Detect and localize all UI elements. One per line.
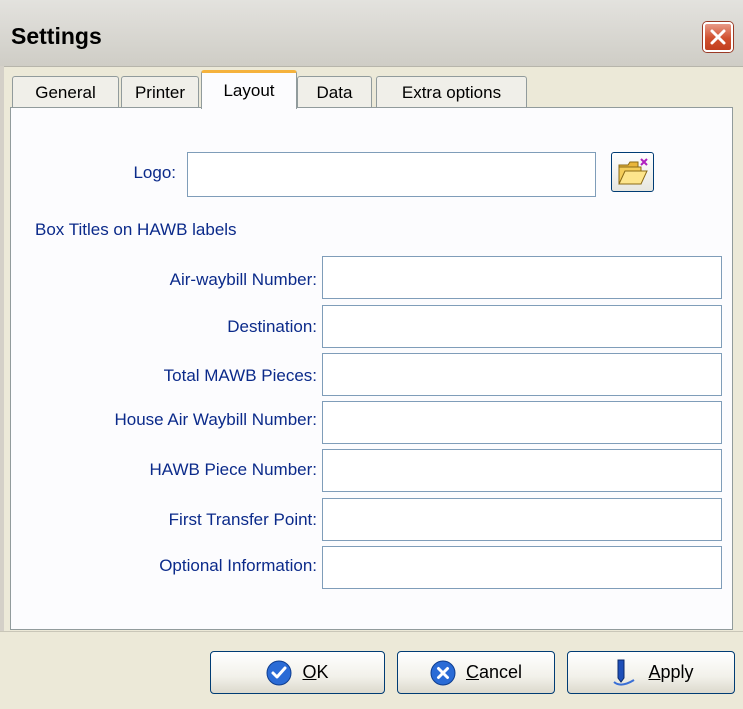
first-transfer-point-field[interactable] (322, 498, 722, 541)
checkmark-icon (266, 660, 292, 686)
close-button[interactable] (703, 22, 733, 52)
field-label: House Air Waybill Number: (114, 410, 318, 429)
air-waybill-number-field[interactable] (322, 256, 722, 299)
optional-information-field[interactable] (322, 546, 722, 589)
tab-printer[interactable]: Printer (121, 76, 199, 108)
apply-label: pply (660, 662, 694, 682)
browse-logo-button[interactable] (611, 152, 654, 192)
tab-extra-options[interactable]: Extra options (376, 76, 527, 108)
settings-dialog: Settings General Printer Layout Data Ext… (0, 0, 743, 709)
field-label: HAWB Piece Number: (149, 460, 317, 479)
apply-button[interactable]: Apply (567, 651, 735, 694)
window-border (0, 66, 4, 708)
field-label: Total MAWB Pieces: (163, 366, 317, 385)
close-icon (710, 29, 726, 45)
cancel-label: ancel (478, 662, 523, 682)
house-air-waybill-number-field[interactable] (322, 401, 722, 444)
field-label: Destination: (227, 317, 317, 336)
field-label: Optional Information: (159, 556, 317, 575)
field-label: Air-waybill Number: (169, 270, 317, 289)
ok-label: K (316, 662, 329, 682)
title-bar: Settings (0, 0, 743, 67)
hawb-piece-number-field[interactable] (322, 449, 722, 492)
x-icon (430, 660, 456, 686)
destination-field[interactable] (322, 305, 722, 348)
section-heading: Box Titles on HAWB labels (35, 220, 237, 239)
ok-mnemonic: O (302, 662, 317, 682)
field-label: First Transfer Point: (168, 510, 317, 529)
tab-layout[interactable]: Layout (201, 70, 297, 109)
ok-button[interactable]: OK (210, 651, 385, 694)
apply-mnemonic: A (648, 662, 661, 682)
total-mawb-pieces-field[interactable] (322, 353, 722, 396)
window-title: Settings (11, 23, 102, 49)
folder-open-icon (618, 158, 648, 185)
cancel-mnemonic: C (465, 662, 479, 682)
tab-general[interactable]: General (12, 76, 119, 108)
tab-data[interactable]: Data (297, 76, 372, 108)
logo-path-field[interactable] (187, 152, 596, 197)
tab-strip: General Printer Layout Data Extra option… (0, 68, 743, 109)
cancel-button[interactable]: Cancel (397, 651, 555, 694)
pen-icon (608, 658, 638, 688)
logo-label: Logo: (133, 163, 176, 182)
